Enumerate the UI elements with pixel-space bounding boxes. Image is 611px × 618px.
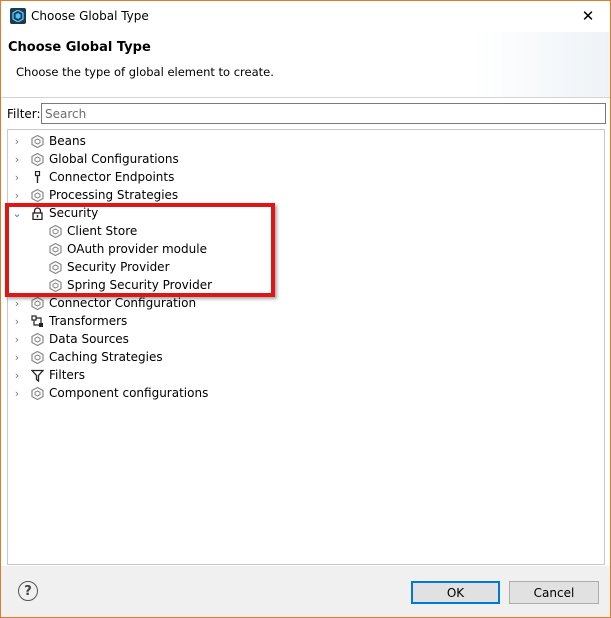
chevron-right-icon[interactable]: ›: [12, 150, 22, 168]
tree-item-label: Component configurations: [49, 386, 209, 400]
tree-item-label: Data Sources: [49, 332, 129, 346]
mule-hex-icon: [48, 260, 62, 274]
type-tree: › Beans › Global Configurations › Connec…: [7, 129, 605, 565]
tree-item-caching-strategies[interactable]: › Caching Strategies: [12, 348, 163, 366]
tree-item-connector-configuration[interactable]: › Connector Configuration: [12, 294, 196, 312]
tree-item-component-configurations[interactable]: › Component configurations: [12, 384, 209, 402]
tree-item-label: Beans: [49, 134, 86, 148]
mule-hex-icon: [30, 152, 44, 166]
close-icon[interactable]: ✕: [572, 3, 604, 29]
filter-icon: [30, 368, 44, 382]
tree-item-label: Security Provider: [67, 260, 170, 274]
tree-item-label: Security: [49, 206, 99, 220]
cancel-button[interactable]: Cancel: [509, 581, 599, 604]
tree-item-beans[interactable]: › Beans: [12, 132, 86, 150]
tree-item-label: Transformers: [49, 314, 128, 328]
tree-item-processing-strategies[interactable]: › Processing Strategies: [12, 186, 178, 204]
page-description: Choose the type of global element to cre…: [16, 65, 274, 79]
mule-hex-icon: [30, 134, 44, 148]
mule-hex-icon: [30, 188, 44, 202]
mule-hex-icon: [30, 350, 44, 364]
lock-icon: [30, 206, 44, 220]
tree-item-label: Client Store: [67, 224, 138, 238]
title-bar: Choose Global Type ✕: [1, 1, 610, 32]
tree-item-label: Global Configurations: [49, 152, 179, 166]
tree-item-global-configurations[interactable]: › Global Configurations: [12, 150, 179, 168]
mule-hex-icon: [30, 332, 44, 346]
chevron-right-icon[interactable]: ›: [12, 132, 22, 150]
chevron-right-icon[interactable]: ›: [12, 384, 22, 402]
help-icon[interactable]: ?: [18, 581, 38, 601]
app-icon: [10, 8, 26, 24]
chevron-down-icon[interactable]: ⌄: [12, 204, 22, 222]
tree-item-data-sources[interactable]: › Data Sources: [12, 330, 129, 348]
chevron-right-icon[interactable]: ›: [12, 312, 22, 330]
tree-item-client-store[interactable]: Client Store: [48, 222, 137, 240]
tree-item-filters[interactable]: › Filters: [12, 366, 85, 384]
mule-hex-icon: [30, 296, 44, 310]
page-title: Choose Global Type: [8, 40, 151, 55]
filter-label: Filter:: [7, 107, 41, 121]
chevron-right-icon[interactable]: ›: [12, 294, 22, 312]
button-bar: ? OK Cancel: [1, 566, 610, 617]
tree-item-label: Spring Security Provider: [67, 278, 213, 292]
tree-item-label: OAuth provider module: [67, 242, 207, 256]
chevron-right-icon[interactable]: ›: [12, 186, 22, 204]
search-input[interactable]: [41, 103, 606, 124]
endpoint-icon: [30, 170, 44, 184]
mule-hex-icon: [48, 224, 62, 238]
chevron-right-icon[interactable]: ›: [12, 366, 22, 384]
mule-hex-icon: [30, 386, 44, 400]
chevron-right-icon[interactable]: ›: [12, 348, 22, 366]
mule-hex-icon: [48, 242, 62, 256]
tree-item-security[interactable]: ⌄ Security: [12, 204, 98, 222]
dialog-window: Choose Global Type ✕ Choose Global Type …: [0, 0, 611, 618]
header-banner: Choose Global Type Choose the type of gl…: [1, 32, 610, 98]
chevron-right-icon[interactable]: ›: [12, 168, 22, 186]
tree-item-label: Caching Strategies: [49, 350, 163, 364]
tree-item-connector-endpoints[interactable]: › Connector Endpoints: [12, 168, 175, 186]
tree-item-label: Connector Configuration: [49, 296, 197, 310]
tree-item-label: Processing Strategies: [49, 188, 179, 202]
mule-hex-icon: [48, 278, 62, 292]
tree-item-label: Filters: [49, 368, 85, 382]
window-title: Choose Global Type: [31, 9, 149, 23]
ok-button[interactable]: OK: [411, 581, 500, 604]
tree-item-spring-security-provider[interactable]: Spring Security Provider: [48, 276, 212, 294]
tree-item-label: Connector Endpoints: [49, 170, 175, 184]
transformer-icon: [30, 314, 44, 328]
tree-item-oauth-provider-module[interactable]: OAuth provider module: [48, 240, 207, 258]
chevron-right-icon[interactable]: ›: [12, 330, 22, 348]
tree-item-transformers[interactable]: › Transformers: [12, 312, 127, 330]
tree-item-security-provider[interactable]: Security Provider: [48, 258, 170, 276]
